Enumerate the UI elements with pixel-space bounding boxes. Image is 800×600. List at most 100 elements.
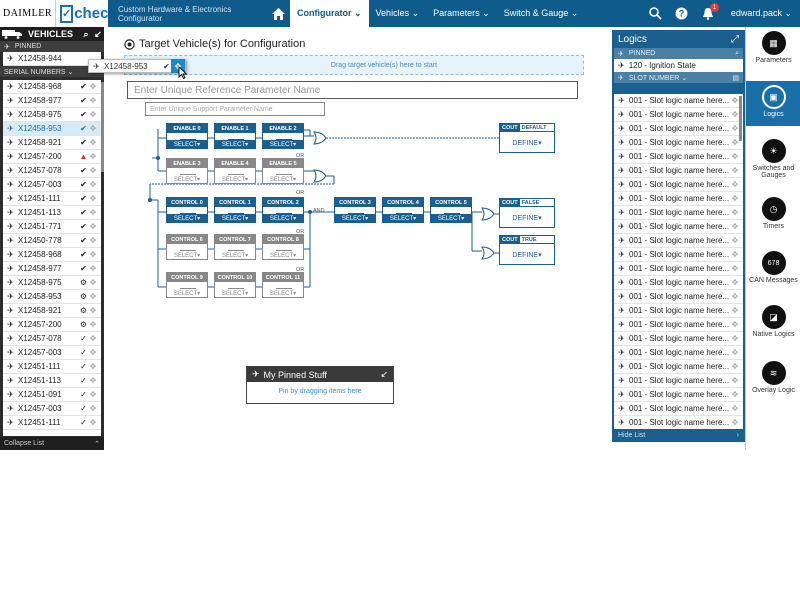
pin-icon[interactable]: ✈ [6, 404, 15, 413]
logic-list-item[interactable]: ✈ 001 - Slot logic name here... ✥ [614, 248, 743, 262]
pin-icon[interactable]: ✈ [617, 334, 626, 343]
move-icon[interactable]: ✥ [88, 404, 98, 413]
vehicle-list-scrollbar[interactable] [101, 82, 104, 172]
move-icon[interactable]: ✥ [88, 320, 98, 329]
dragged-vehicle[interactable]: ✈ X12458-953 ✔ ✥ [88, 59, 186, 73]
enable-block[interactable]: ENABLE 4 SELECT▾ [214, 158, 256, 184]
move-icon[interactable]: ✥ [88, 124, 98, 133]
select-dropdown[interactable]: SELECT▾ [167, 175, 207, 183]
logic-list-item[interactable]: ✈ 001 - Slot logic name here... ✥ [614, 360, 743, 374]
search-icon[interactable] [643, 0, 669, 27]
pin-icon[interactable]: ✈ [6, 180, 15, 189]
pin-icon[interactable]: ✈ [617, 138, 626, 147]
select-dropdown[interactable]: SELECT▾ [383, 214, 423, 222]
control-block[interactable]: CONTROL 9 SELECT▾ [166, 272, 208, 298]
control-block[interactable]: CONTROL 5 SELECT▾ [430, 197, 472, 223]
move-icon[interactable]: ✥ [88, 194, 98, 203]
pin-icon[interactable]: ✈ [617, 348, 626, 357]
vehicle-list-item[interactable]: ✈ X12457-003 ✓ ✥ [3, 402, 101, 416]
pin-icon[interactable]: ✈ [6, 222, 15, 231]
vehicle-list-item[interactable]: ✈ X12457-078 ✔ ✥ [3, 164, 101, 178]
pin-icon[interactable]: ✈ [6, 348, 15, 357]
select-dropdown[interactable]: SELECT▾ [263, 214, 303, 222]
hide-list-bar[interactable]: Hide List › [612, 429, 745, 442]
enable-block[interactable]: ENABLE 1 SELECT▾ [214, 123, 256, 149]
rail-timers[interactable]: ◷ Timers [746, 193, 800, 237]
rail-parameters[interactable]: ▦ Parameters [746, 27, 800, 75]
pin-icon[interactable]: ✈ [6, 166, 15, 175]
vehicle-list-item[interactable]: ✈ X12458-975 ⚙ ✥ [3, 276, 101, 290]
move-icon[interactable]: ✥ [730, 418, 740, 427]
pin-icon[interactable]: ✈ [6, 138, 15, 147]
vehicle-drop-zone[interactable]: Drag target vehicle(s) here to start [124, 55, 584, 75]
pin-icon[interactable]: ✈ [6, 194, 15, 203]
vehicle-list-item[interactable]: ✈ X12451-091 ✓ ✥ [3, 388, 101, 402]
logic-list-item[interactable]: ✈ 001 - Slot logic name here... ✥ [614, 346, 743, 360]
logic-list-item[interactable]: ✈ 001 - Slot logic name here... ✥ [614, 318, 743, 332]
logic-list-item[interactable]: ✈ 001 - Slot logic name here... ✥ [614, 150, 743, 164]
logic-list-item[interactable]: ✈ 001 - Slot logic name here... ✥ [614, 94, 743, 108]
logic-list-item[interactable]: ✈ 001 - Slot logic name here... ✥ [614, 304, 743, 318]
logic-list-item[interactable]: ✈ 001 - Slot logic name here... ✥ [614, 234, 743, 248]
vehicle-list-item[interactable]: ✈ X12451-111 ✓ ✥ [3, 360, 101, 374]
vehicle-list-item[interactable]: ✈ X12451-111 ✔ ✥ [3, 192, 101, 206]
move-icon[interactable]: ✥ [88, 110, 98, 119]
pin-icon[interactable]: ✈ [617, 306, 626, 315]
select-dropdown[interactable]: SELECT▾ [215, 251, 255, 259]
vehicle-list-item[interactable]: ✈ X12451-771 ✔ ✥ [3, 220, 101, 234]
user-menu[interactable]: edward.pack ⌄ [721, 8, 800, 19]
logic-list-item[interactable]: ✈ 001 - Slot logic name here... ✥ [614, 192, 743, 206]
pin-icon[interactable]: ✈ [6, 362, 15, 371]
rail-logics[interactable]: ▣ Logics [746, 81, 800, 126]
cout-false[interactable]: COUT FALSE DEFINE▾ [499, 198, 555, 228]
move-icon[interactable]: ✥ [88, 250, 98, 259]
select-dropdown[interactable]: SELECT▾ [215, 214, 255, 222]
move-icon[interactable]: ✥ [730, 334, 740, 343]
slot-number-header[interactable]: ✈ SLOT NUMBER ⌄ ▤ [614, 72, 743, 83]
home-icon[interactable] [266, 0, 290, 27]
expand-icon[interactable]: ⤢ [731, 34, 739, 45]
select-dropdown[interactable]: SELECT▾ [167, 140, 207, 148]
nav-parameters[interactable]: Parameters ⌄ [426, 0, 497, 27]
control-block[interactable]: CONTROL 8 SELECT▾ [262, 234, 304, 260]
vehicle-list-item[interactable]: ✈ X12458-975 ✔ ✥ [3, 108, 101, 122]
move-icon[interactable]: ✥ [88, 306, 98, 315]
search-icon[interactable]: ⌕ [80, 29, 92, 40]
control-block[interactable]: CONTROL 10 SELECT▾ [214, 272, 256, 298]
move-icon[interactable]: ✥ [88, 236, 98, 245]
move-icon[interactable]: ✥ [730, 166, 740, 175]
pin-icon[interactable]: ✈ [6, 264, 15, 273]
move-icon[interactable]: ✥ [88, 222, 98, 231]
move-icon[interactable]: ✥ [88, 96, 98, 105]
move-icon[interactable]: ✥ [88, 348, 98, 357]
logic-list-item[interactable]: ✈ 001 - Slot logic name here... ✥ [614, 178, 743, 192]
pin-icon[interactable]: ✈ [617, 208, 626, 217]
pin-icon[interactable]: ✈ [617, 110, 626, 119]
vehicle-list-item[interactable]: ✈ X12457-078 ✓ ✥ [3, 332, 101, 346]
rail-native-logics[interactable]: ◪ Native Logics [746, 301, 800, 351]
pin-icon[interactable]: ✈ [617, 404, 626, 413]
define-dropdown[interactable]: DEFINE▾ [500, 214, 554, 222]
pin-icon[interactable]: ✈ [6, 334, 15, 343]
pin-icon[interactable]: ✈ [617, 222, 626, 231]
pin-icon[interactable]: ✈ [617, 194, 626, 203]
pin-icon[interactable]: ✈ [617, 278, 626, 287]
move-icon[interactable]: ✥ [730, 320, 740, 329]
move-icon[interactable]: ✥ [88, 376, 98, 385]
collapse-list-bar[interactable]: Collapse List ⌃ [0, 437, 104, 450]
move-icon[interactable]: ✥ [730, 362, 740, 371]
support-parameter-input[interactable]: Enter Unique Support Parameter Name [145, 102, 325, 116]
pin-icon[interactable]: ✈ [617, 292, 626, 301]
rail-can-messages[interactable]: 678 CAN Messages [746, 247, 800, 297]
pin-icon[interactable]: ✈ [617, 320, 626, 329]
select-dropdown[interactable]: SELECT▾ [263, 140, 303, 148]
control-block[interactable]: CONTROL 11 SELECT▾ [262, 272, 304, 298]
pin-icon[interactable]: ✈ [6, 418, 15, 427]
move-icon[interactable]: ✥ [730, 236, 740, 245]
vehicle-list-item[interactable]: ✈ X12458-977 ✔ ✥ [3, 262, 101, 276]
vehicle-list-item[interactable]: ✈ X12458-968 ✔ ✥ [3, 248, 101, 262]
pin-icon[interactable]: ✈ [6, 82, 15, 91]
pin-icon[interactable]: ✈ [6, 250, 15, 259]
vehicle-list-item[interactable]: ✈ X12450-778 ✔ ✥ [3, 234, 101, 248]
move-icon[interactable]: ✥ [730, 222, 740, 231]
